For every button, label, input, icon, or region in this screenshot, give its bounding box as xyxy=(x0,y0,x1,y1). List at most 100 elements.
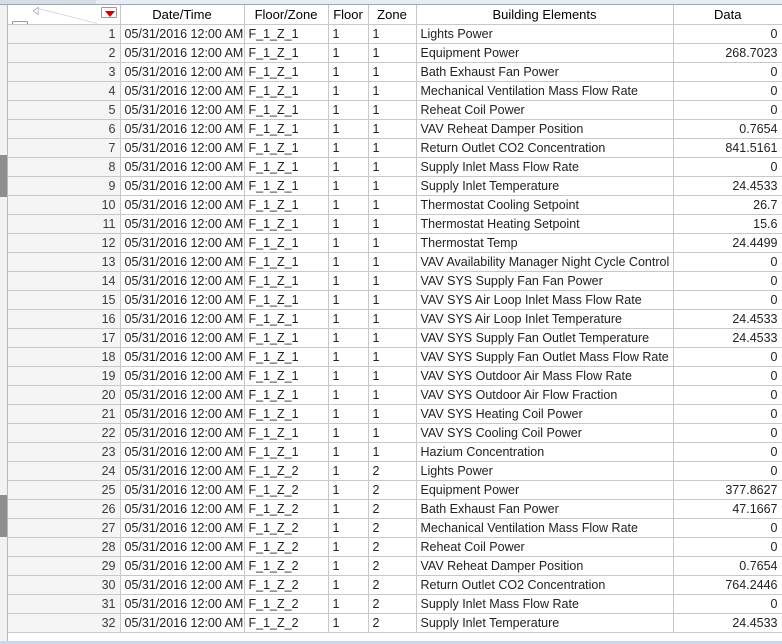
table-row[interactable]: 22 05/31/2016 12:00 AM F_1_Z_1 1 1 VAV SYS Co… xyxy=(8,423,782,443)
table-row[interactable]: 8 05/31/2016 12:00 AM F_1_Z_1 1 1 Supply Inle… xyxy=(8,157,782,177)
table-row[interactable]: 15 05/31/2016 12:00 AM F_1_Z_1 1 1 VAV SYS Ai… xyxy=(8,290,782,310)
row-number-cell[interactable]: 22 xyxy=(8,423,121,443)
row-number-cell[interactable]: 28 xyxy=(8,537,121,557)
cell-datetime[interactable]: 05/31/2016 12:00 AM xyxy=(120,252,245,272)
cell-building-element[interactable]: VAV SYS Supply Fan Fan Power xyxy=(416,271,674,291)
table-row[interactable]: 12 05/31/2016 12:00 AM F_1_Z_1 1 1 Thermostat… xyxy=(8,233,782,253)
row-number-cell[interactable]: 23 xyxy=(8,442,121,462)
cell-datetime[interactable]: 05/31/2016 12:00 AM xyxy=(120,43,245,63)
table-row[interactable]: 25 05/31/2016 12:00 AM F_1_Z_2 1 2 Equipment … xyxy=(8,480,782,500)
cell-floor-zone[interactable]: F_1_Z_2 xyxy=(244,480,329,500)
row-number-cell[interactable]: 18 xyxy=(8,347,121,367)
row-number-cell[interactable]: 31 xyxy=(8,594,121,614)
cell-data-value[interactable]: 0 xyxy=(673,423,782,443)
table-row[interactable]: 11 05/31/2016 12:00 AM F_1_Z_1 1 1 Thermostat… xyxy=(8,214,782,234)
row-number-cell[interactable]: 19 xyxy=(8,366,121,386)
cell-floor[interactable]: 1 xyxy=(328,347,369,367)
cell-floor[interactable]: 1 xyxy=(328,613,369,633)
cell-datetime[interactable]: 05/31/2016 12:00 AM xyxy=(120,271,245,291)
cell-floor[interactable]: 1 xyxy=(328,328,369,348)
cell-zone[interactable]: 2 xyxy=(368,480,417,500)
row-number-cell[interactable]: 1 xyxy=(8,24,121,44)
cell-building-element[interactable]: Thermostat Cooling Setpoint xyxy=(416,195,674,215)
cell-floor-zone[interactable]: F_1_Z_2 xyxy=(244,499,329,519)
cell-floor-zone[interactable]: F_1_Z_1 xyxy=(244,138,329,158)
table-row[interactable]: 3 05/31/2016 12:00 AM F_1_Z_1 1 1 Bath Exhaus… xyxy=(8,62,782,82)
row-number-cell[interactable]: 24 xyxy=(8,461,121,481)
table-row[interactable]: 16 05/31/2016 12:00 AM F_1_Z_1 1 1 VAV SYS Ai… xyxy=(8,309,782,329)
column-header-zone[interactable]: Zone xyxy=(368,5,417,25)
table-row[interactable]: 5 05/31/2016 12:00 AM F_1_Z_1 1 1 Reheat Coil… xyxy=(8,100,782,120)
cell-floor-zone[interactable]: F_1_Z_1 xyxy=(244,328,329,348)
cell-data-value[interactable]: 764.2446 xyxy=(673,575,782,595)
cell-data-value[interactable]: 0 xyxy=(673,62,782,82)
cell-data-value[interactable]: 0 xyxy=(673,404,782,424)
cell-datetime[interactable]: 05/31/2016 12:00 AM xyxy=(120,347,245,367)
cell-building-element[interactable]: Reheat Coil Power xyxy=(416,537,674,557)
cell-building-element[interactable]: Return Outlet CO2 Concentration xyxy=(416,138,674,158)
cell-datetime[interactable]: 05/31/2016 12:00 AM xyxy=(120,613,245,633)
cell-data-value[interactable]: 0 xyxy=(673,252,782,272)
cell-floor-zone[interactable]: F_1_Z_1 xyxy=(244,119,329,139)
cell-building-element[interactable]: Thermostat Heating Setpoint xyxy=(416,214,674,234)
cell-data-value[interactable]: 0 xyxy=(673,347,782,367)
row-number-cell[interactable]: 5 xyxy=(8,100,121,120)
cell-floor-zone[interactable]: F_1_Z_1 xyxy=(244,81,329,101)
row-number-cell[interactable]: 17 xyxy=(8,328,121,348)
cell-zone[interactable]: 1 xyxy=(368,81,417,101)
cell-floor-zone[interactable]: F_1_Z_2 xyxy=(244,613,329,633)
cell-floor-zone[interactable]: F_1_Z_1 xyxy=(244,309,329,329)
column-header-datetime[interactable]: Date/Time xyxy=(120,5,245,25)
table-row[interactable]: 2 05/31/2016 12:00 AM F_1_Z_1 1 1 Equipment P… xyxy=(8,43,782,63)
row-number-cell[interactable]: 11 xyxy=(8,214,121,234)
cell-zone[interactable]: 2 xyxy=(368,499,417,519)
table-row[interactable]: 9 05/31/2016 12:00 AM F_1_Z_1 1 1 Supply Inle… xyxy=(8,176,782,196)
cell-data-value[interactable]: 377.8627 xyxy=(673,480,782,500)
cell-datetime[interactable]: 05/31/2016 12:00 AM xyxy=(120,556,245,576)
cell-datetime[interactable]: 05/31/2016 12:00 AM xyxy=(120,328,245,348)
cell-floor-zone[interactable]: F_1_Z_1 xyxy=(244,195,329,215)
cell-zone[interactable]: 1 xyxy=(368,214,417,234)
table-row[interactable]: 7 05/31/2016 12:00 AM F_1_Z_1 1 1 Return Outl… xyxy=(8,138,782,158)
cell-building-element[interactable]: Mechanical Ventilation Mass Flow Rate xyxy=(416,518,674,538)
table-row[interactable]: 19 05/31/2016 12:00 AM F_1_Z_1 1 1 VAV SYS Ou… xyxy=(8,366,782,386)
cell-datetime[interactable]: 05/31/2016 12:00 AM xyxy=(120,81,245,101)
table-row[interactable]: 28 05/31/2016 12:00 AM F_1_Z_2 1 2 Reheat Coi… xyxy=(8,537,782,557)
cell-floor-zone[interactable]: F_1_Z_1 xyxy=(244,24,329,44)
cell-datetime[interactable]: 05/31/2016 12:00 AM xyxy=(120,138,245,158)
cell-datetime[interactable]: 05/31/2016 12:00 AM xyxy=(120,385,245,405)
cell-building-element[interactable]: Return Outlet CO2 Concentration xyxy=(416,575,674,595)
cell-zone[interactable]: 1 xyxy=(368,366,417,386)
cell-floor-zone[interactable]: F_1_Z_1 xyxy=(244,43,329,63)
cell-floor-zone[interactable]: F_1_Z_1 xyxy=(244,233,329,253)
cell-zone[interactable]: 1 xyxy=(368,423,417,443)
cell-zone[interactable]: 1 xyxy=(368,404,417,424)
cell-datetime[interactable]: 05/31/2016 12:00 AM xyxy=(120,518,245,538)
cell-data-value[interactable]: 24.4533 xyxy=(673,176,782,196)
column-header-data[interactable]: Data xyxy=(673,5,782,25)
cell-floor[interactable]: 1 xyxy=(328,138,369,158)
cell-data-value[interactable]: 0 xyxy=(673,24,782,44)
cell-zone[interactable]: 1 xyxy=(368,233,417,253)
cell-building-element[interactable]: Mechanical Ventilation Mass Flow Rate xyxy=(416,81,674,101)
cell-building-element[interactable]: Bath Exhaust Fan Power xyxy=(416,62,674,82)
table-row[interactable]: 29 05/31/2016 12:00 AM F_1_Z_2 1 2 VAV Reheat… xyxy=(8,556,782,576)
cell-floor[interactable]: 1 xyxy=(328,366,369,386)
cell-datetime[interactable]: 05/31/2016 12:00 AM xyxy=(120,290,245,310)
row-menu-dropdown-icon[interactable] xyxy=(12,21,28,23)
cell-building-element[interactable]: VAV SYS Supply Fan Outlet Temperature xyxy=(416,328,674,348)
table-row[interactable]: 1 05/31/2016 12:00 AM F_1_Z_1 1 1 Lights Powe… xyxy=(8,24,782,44)
row-number-cell[interactable]: 25 xyxy=(8,480,121,500)
cell-building-element[interactable]: Equipment Power xyxy=(416,480,674,500)
cell-floor[interactable]: 1 xyxy=(328,499,369,519)
cell-data-value[interactable]: 0 xyxy=(673,81,782,101)
cell-building-element[interactable]: Lights Power xyxy=(416,461,674,481)
cell-floor-zone[interactable]: F_1_Z_1 xyxy=(244,442,329,462)
cell-zone[interactable]: 2 xyxy=(368,537,417,557)
row-number-cell[interactable]: 2 xyxy=(8,43,121,63)
cell-floor[interactable]: 1 xyxy=(328,518,369,538)
cell-data-value[interactable]: 26.7 xyxy=(673,195,782,215)
cell-floor-zone[interactable]: F_1_Z_1 xyxy=(244,385,329,405)
cell-zone[interactable]: 1 xyxy=(368,290,417,310)
cell-data-value[interactable]: 0 xyxy=(673,366,782,386)
